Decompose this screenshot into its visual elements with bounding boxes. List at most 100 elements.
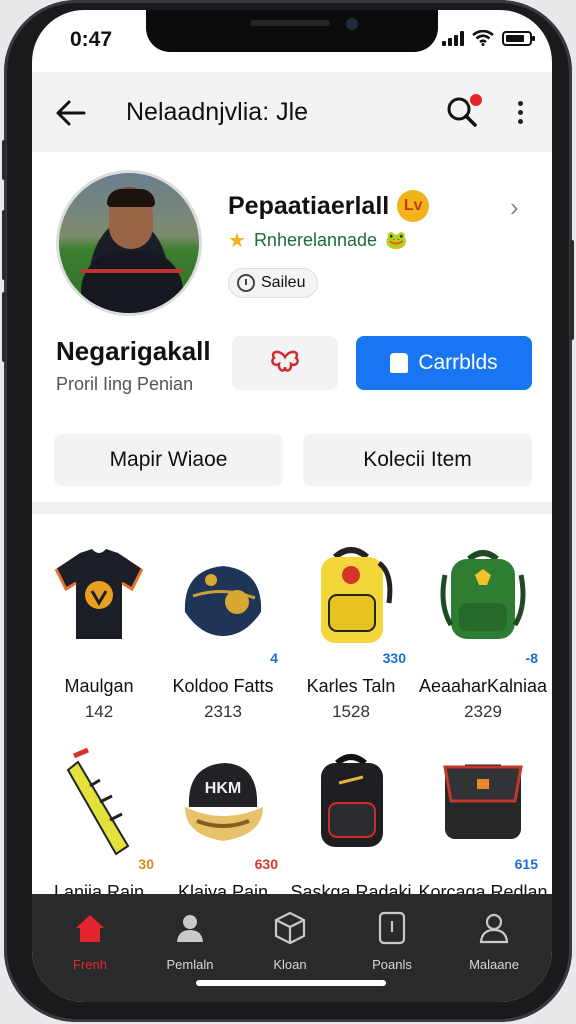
notification-dot (468, 92, 484, 108)
profile-section: Pepaatiaerlall Lv › ★ Rnherelannade 🐸 Sa… (32, 152, 552, 502)
front-camera (346, 18, 358, 30)
power-button (570, 240, 574, 340)
volume-down-button (2, 292, 6, 362)
home-icon (76, 915, 104, 942)
bottom-nav: Frenh Pemlaln Kloan Poanls Malaane (32, 894, 552, 1002)
avatar-shirt (81, 251, 183, 313)
grid-item-scarf[interactable]: 30 Laniia Rain (34, 736, 164, 894)
grid-item-helmet[interactable]: 4 Koldoo Fatts 2313 (158, 530, 288, 721)
messenger-bag-icon (433, 746, 533, 856)
item-grid: Maulgan 142 4 Koldoo Fatts 2313 330 Karl… (32, 516, 552, 894)
item-name: Karles Taln (306, 676, 396, 696)
nav-item-card[interactable]: Poanls (340, 910, 444, 972)
signal-icon (442, 30, 464, 46)
item-tag: 630 (254, 856, 278, 872)
phone-card-icon (378, 911, 406, 945)
status-icons (442, 30, 535, 46)
app-bar: Nelaadnjvlia: Jle (32, 72, 552, 152)
nav-item-person[interactable]: Pemlaln (138, 910, 242, 972)
nav-label: Malaane (469, 957, 519, 972)
status-pill[interactable]: Saileu (228, 268, 319, 298)
item-name: Korcaga Redlan (418, 882, 548, 894)
grid-item-bag-black[interactable]: 615 Korcaga Redlan (418, 736, 548, 894)
profile-subtitle: Rnherelannade (253, 230, 378, 250)
nav-label: Frenh (73, 957, 107, 972)
more-options-icon[interactable] (510, 98, 530, 128)
grid-item-backpack-black[interactable]: Saskga Radaki (286, 736, 416, 894)
nav-label: Pemlaln (166, 957, 214, 972)
mute-switch (2, 140, 6, 180)
star-icon: ★ (228, 230, 246, 252)
nav-item-home[interactable]: Frenh (38, 910, 142, 972)
helmet-icon (173, 540, 273, 650)
nav-item-account[interactable]: Malaane (442, 910, 546, 972)
home-indicator[interactable] (196, 980, 386, 986)
wifi-icon (472, 30, 494, 46)
item-name: AeaaharKalniaa (418, 676, 548, 696)
tab-first[interactable]: Mapir Wiaoe (54, 434, 283, 486)
grid-item-backpack-green[interactable]: -8 AeaaharKalniaa 2329 (418, 530, 548, 721)
page-title: Nelaadnjvlia: Jle (126, 98, 309, 126)
gift-icon (271, 350, 299, 372)
bag-icon (390, 353, 409, 373)
chevron-right-icon[interactable]: › (510, 192, 519, 223)
person-icon (177, 915, 203, 942)
grid-item-jersey[interactable]: Maulgan 142 (34, 530, 164, 721)
nav-label: Kloan (273, 957, 307, 972)
volume-up-button (2, 210, 6, 280)
user-outline-icon (479, 913, 509, 944)
profile-subtitle-row: ★ Rnherelannade 🐸 (228, 228, 407, 253)
grid-item-cap[interactable]: HKM 630 Klaiya Pain (158, 736, 288, 894)
phone-frame: 0:47 Nelaadnjvlia: Jle Pepaatiaerlall Lv… (2, 0, 574, 1022)
avatar[interactable] (56, 170, 202, 316)
item-count: 2313 (204, 702, 242, 721)
item-tag: 330 (382, 650, 406, 666)
gift-button[interactable] (232, 336, 338, 390)
username: Negarigakall (56, 336, 211, 366)
clock-icon (237, 274, 255, 292)
item-tag: 615 (514, 856, 538, 872)
status-time: 0:47 (70, 28, 113, 51)
avatar-hair (107, 189, 155, 207)
nav-item-box[interactable]: Kloan (238, 910, 342, 972)
nav-label: Poanls (372, 957, 412, 972)
green-backpack-icon (433, 540, 533, 650)
item-tag: -8 (525, 650, 538, 666)
tab-first-label: Mapir Wiaoe (109, 448, 228, 471)
notch (146, 10, 438, 52)
profile-name-row: Pepaatiaerlall Lv (228, 190, 430, 222)
battery-icon (502, 30, 535, 46)
primary-action-label: Carrblds (418, 351, 498, 374)
black-backpack-icon (301, 746, 401, 856)
scarf-icon (49, 746, 149, 856)
item-name: Saskga Radaki (290, 882, 412, 894)
item-count: 142 (84, 702, 114, 721)
grid-item-backpack-yellow[interactable]: 330 Karles Taln 1528 (286, 530, 416, 721)
svg-text:HKM: HKM (205, 780, 241, 797)
section-divider (32, 502, 552, 514)
item-count: 1528 (332, 702, 370, 721)
tab-row: Mapir Wiaoe Kolecii Item (54, 434, 532, 486)
item-count: 2329 (464, 702, 502, 721)
search-button[interactable] (444, 92, 484, 130)
yellow-backpack-icon (301, 540, 401, 650)
user-description: Proril Iing Penian (56, 374, 194, 394)
item-name: Laniia Rain (53, 882, 145, 894)
cap-icon: HKM (173, 746, 273, 856)
primary-action-button[interactable]: Carrblds (356, 336, 532, 390)
frog-icon: 🐸 (385, 230, 408, 250)
profile-name: Pepaatiaerlall (228, 191, 390, 220)
screen: 0:47 Nelaadnjvlia: Jle Pepaatiaerlall Lv… (32, 10, 552, 1002)
speaker (250, 20, 330, 26)
item-name: Koldoo Fatts (172, 676, 274, 696)
back-arrow-icon[interactable] (54, 96, 88, 130)
box-icon (274, 911, 306, 945)
item-name: Maulgan (64, 676, 134, 696)
jersey-icon (49, 540, 149, 650)
status-label: Saileu (261, 274, 306, 291)
item-tag: 4 (270, 650, 278, 666)
tab-second-label: Kolecii Item (363, 448, 472, 471)
item-tag: 30 (138, 856, 154, 872)
tab-second[interactable]: Kolecii Item (303, 434, 532, 486)
level-badge: Lv (397, 190, 430, 222)
